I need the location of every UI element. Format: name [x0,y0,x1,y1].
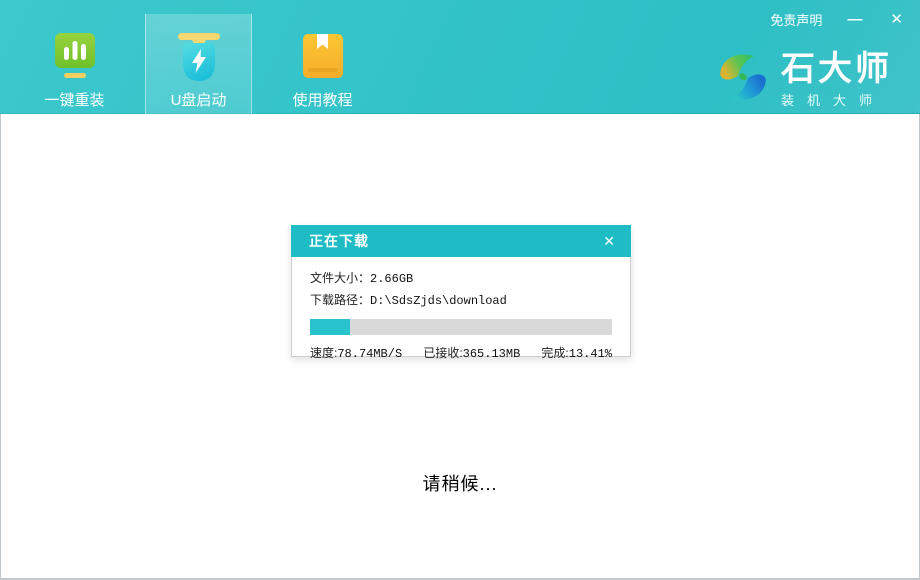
one-click-reinstall-icon [51,30,99,84]
file-size-row: 文件大小：2.66GB [310,268,612,290]
main-tabs: 一键重装 U盘启动 [21,14,376,114]
brand-title: 石大师 [781,51,892,87]
dialog-title: 正在下载 [309,231,369,251]
tab-usb-boot[interactable]: U盘启动 [145,14,252,114]
app-header: 免责声明 — ✕ 一键重装 [0,0,920,114]
download-path-row: 下载路径：D:\SdsZjds\download [310,290,612,312]
brand-logo-icon [715,48,771,111]
dialog-body: 文件大小：2.66GB 下载路径：D:\SdsZjds\download 速度:… [291,257,631,357]
progress-bar [310,319,612,335]
progress-fill [310,319,350,335]
speed-stat: 速度:78.74MB/S [310,344,402,361]
download-path-value: D:\SdsZjds\download [370,294,507,308]
received-stat: 已接收:365.13MB [423,344,520,361]
usb-boot-icon [175,30,223,84]
dialog-close-icon[interactable]: ✕ [599,231,619,252]
download-path-label: 下载路径： [310,293,370,307]
tab-label: 使用教程 [292,89,352,110]
tab-one-click-reinstall[interactable]: 一键重装 [21,14,128,114]
app-window: 免责声明 — ✕ 一键重装 [0,0,920,580]
tab-label: U盘启动 [171,89,227,110]
titlebar-controls: 免责声明 — ✕ [770,10,906,29]
file-size-label: 文件大小： [310,271,370,285]
download-stats: 速度:78.74MB/S 已接收:365.13MB 完成:13.41% [310,344,612,361]
tab-label: 一键重装 [44,89,104,110]
file-size-value: 2.66GB [370,272,413,286]
tab-tutorial[interactable]: 使用教程 [269,14,376,114]
minimize-icon[interactable]: — [844,11,865,29]
download-dialog: 正在下载 ✕ 文件大小：2.66GB 下载路径：D:\SdsZjds\downl… [291,225,631,357]
status-text: 请稍候... [1,470,919,496]
disclaimer-link[interactable]: 免责声明 [770,10,822,29]
main-content: 正在下载 ✕ 文件大小：2.66GB 下载路径：D:\SdsZjds\downl… [0,114,920,580]
tutorial-icon [299,30,347,84]
close-icon[interactable]: ✕ [887,11,906,29]
brand-logo: 石大师 装机大师 [715,48,892,111]
done-stat: 完成:13.41% [541,344,612,361]
dialog-titlebar: 正在下载 ✕ [291,225,631,257]
brand-subtitle: 装机大师 [781,90,892,109]
